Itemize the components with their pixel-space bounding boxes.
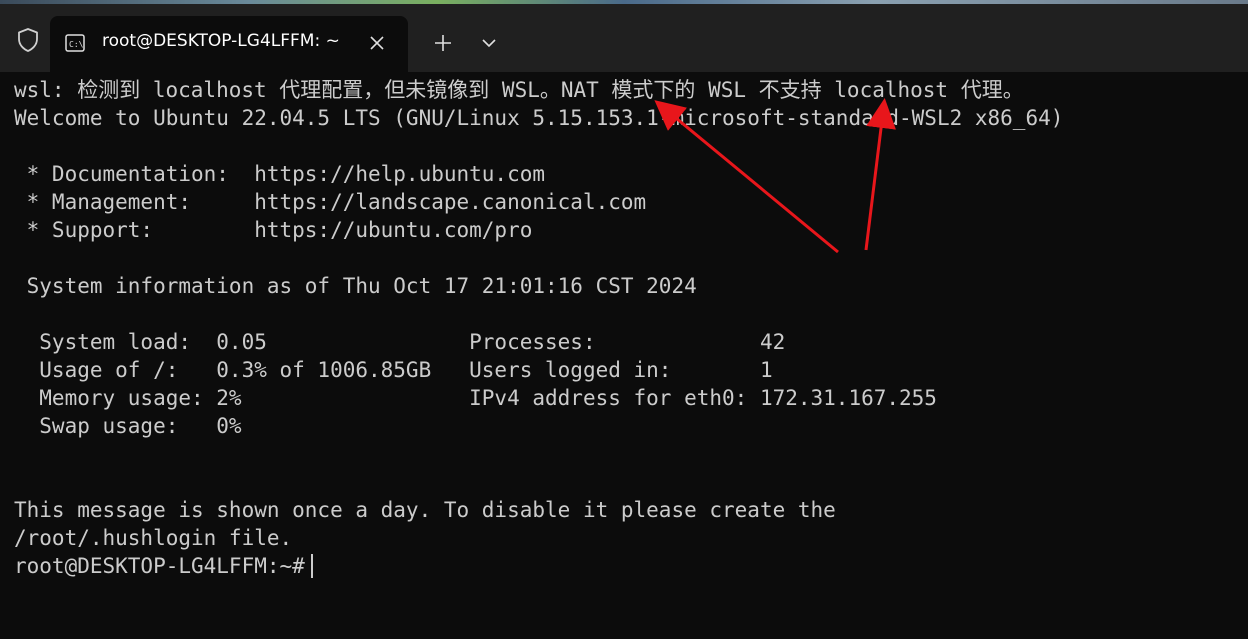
plus-icon[interactable] xyxy=(426,26,460,60)
tab-active[interactable]: C:\ root@DESKTOP-LG4LFFM: ~ xyxy=(50,16,408,72)
terminal-output[interactable]: wsl: 检测到 localhost 代理配置，但未镜像到 WSL。NAT 模式… xyxy=(0,72,1248,639)
shield-icon[interactable] xyxy=(14,26,42,54)
shell-prompt: root@DESKTOP-LG4LFFM:~# xyxy=(14,554,305,578)
terminal-line: * Management: https://landscape.canonica… xyxy=(14,190,647,214)
terminal-prompt-line[interactable]: root@DESKTOP-LG4LFFM:~# xyxy=(14,552,313,580)
close-icon[interactable] xyxy=(362,28,392,58)
terminal-line: Usage of /: 0.3% of 1006.85GB Users logg… xyxy=(14,358,773,382)
terminal-line: Memory usage: 2% IPv4 address for eth0: … xyxy=(14,386,937,410)
terminal-line: System load: 0.05 Processes: 42 xyxy=(14,330,786,354)
terminal-line: This message is shown once a day. To dis… xyxy=(14,498,836,522)
terminal-line: Welcome to Ubuntu 22.04.5 LTS (GNU/Linux… xyxy=(14,106,1064,130)
terminal-line: Swap usage: 0% xyxy=(14,414,242,438)
title-bar: C:\ root@DESKTOP-LG4LFFM: ~ xyxy=(0,4,1248,72)
terminal-line: * Support: https://ubuntu.com/pro xyxy=(14,218,533,242)
terminal-line: wsl: 检测到 localhost 代理配置，但未镜像到 WSL。NAT 模式… xyxy=(14,78,1024,102)
text-cursor xyxy=(310,554,313,578)
terminal-line: * Documentation: https://help.ubuntu.com xyxy=(14,162,546,186)
terminal-window: C:\ root@DESKTOP-LG4LFFM: ~ wsl: 检测到 loc… xyxy=(0,0,1248,639)
terminal-icon: C:\ xyxy=(64,33,86,53)
tab-title: root@DESKTOP-LG4LFFM: ~ xyxy=(102,31,340,51)
chevron-down-icon[interactable] xyxy=(472,26,506,60)
svg-text:C:\: C:\ xyxy=(69,40,84,49)
terminal-line: /root/.hushlogin file. xyxy=(14,526,293,550)
terminal-line: System information as of Thu Oct 17 21:0… xyxy=(14,274,697,298)
